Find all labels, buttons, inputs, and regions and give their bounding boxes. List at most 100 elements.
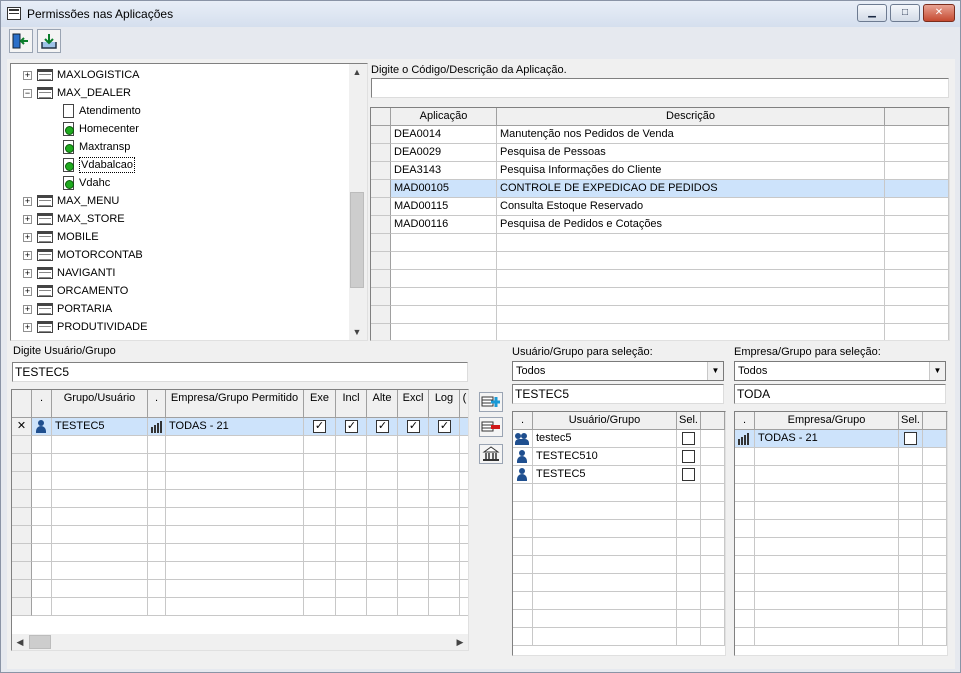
sel-grid-header[interactable]: Sel. <box>677 412 701 430</box>
sel-cell[interactable] <box>899 628 923 646</box>
perm-cell[interactable] <box>336 598 367 616</box>
perm-cell[interactable] <box>429 436 460 454</box>
cell-descricao[interactable] <box>497 252 885 270</box>
sel-cell[interactable] <box>533 610 677 628</box>
perm-cell[interactable] <box>32 454 52 472</box>
perm-cell[interactable] <box>398 580 429 598</box>
sel-cell[interactable] <box>533 520 677 538</box>
perm-cell[interactable] <box>460 418 468 436</box>
cell-descricao[interactable]: Manutenção nos Pedidos de Venda <box>497 126 885 144</box>
perm-cell[interactable] <box>336 526 367 544</box>
sel-cell[interactable] <box>533 628 677 646</box>
maximize-button[interactable]: □ <box>890 4 920 22</box>
header-log[interactable]: Log <box>429 390 460 418</box>
sel-cell[interactable] <box>755 592 899 610</box>
perm-cell[interactable] <box>148 472 166 490</box>
perm-cell[interactable] <box>336 490 367 508</box>
sel-cell[interactable] <box>677 592 701 610</box>
perm-cell[interactable] <box>460 598 468 616</box>
select-checkbox[interactable] <box>904 432 917 445</box>
sel-cell[interactable] <box>899 610 923 628</box>
add-permission-button[interactable] <box>479 392 503 412</box>
perm-cell[interactable] <box>304 508 336 526</box>
sel-grid-header[interactable]: Usuário/Grupo <box>533 412 677 430</box>
select-checkbox[interactable] <box>682 468 695 481</box>
cell-aplicacao[interactable] <box>391 270 497 288</box>
tree-expander-icon[interactable]: − <box>23 89 32 98</box>
perm-cell[interactable] <box>304 580 336 598</box>
sel-cell[interactable] <box>513 520 533 538</box>
sel-cell[interactable] <box>677 556 701 574</box>
tree-scrollbar[interactable]: ▲ ▼ <box>349 64 367 340</box>
header-aplicacao[interactable]: Aplicação <box>391 108 497 126</box>
cell-name[interactable]: TODAS - 21 <box>755 430 899 448</box>
chevron-down-icon[interactable]: ▼ <box>929 362 945 380</box>
select-checkbox[interactable] <box>682 450 695 463</box>
permission-hscrollbar[interactable]: ◀ ▶ <box>12 634 468 650</box>
sel-cell[interactable] <box>513 430 533 448</box>
perm-cell[interactable] <box>398 472 429 490</box>
checkbox-log[interactable]: ✓ <box>438 420 451 433</box>
sel-cell[interactable] <box>701 466 725 484</box>
sel-cell[interactable] <box>755 448 899 466</box>
perm-cell[interactable] <box>304 472 336 490</box>
sel-cell[interactable] <box>533 484 677 502</box>
perm-cell[interactable] <box>148 436 166 454</box>
sel-cell[interactable] <box>677 484 701 502</box>
tree-item[interactable]: Homecenter <box>11 120 341 138</box>
select-checkbox[interactable] <box>682 432 695 445</box>
perm-cell[interactable] <box>166 472 304 490</box>
cell-descricao[interactable]: Consulta Estoque Reservado <box>497 198 885 216</box>
sel-cell[interactable] <box>533 592 677 610</box>
header-descricao[interactable]: Descrição <box>497 108 885 126</box>
tree-item[interactable]: + MAX_STORE <box>11 210 341 228</box>
perm-cell[interactable] <box>429 544 460 562</box>
perm-cell[interactable] <box>166 598 304 616</box>
perm-cell[interactable] <box>429 598 460 616</box>
save-button[interactable] <box>37 29 61 53</box>
tree-item[interactable]: Vdabalcao <box>11 156 341 174</box>
sel-cell[interactable] <box>735 484 755 502</box>
perm-cell[interactable] <box>398 490 429 508</box>
tree-item[interactable]: + NAVIGANTI <box>11 264 341 282</box>
perm-cell[interactable] <box>32 598 52 616</box>
sel-cell[interactable] <box>513 610 533 628</box>
sel-cell[interactable] <box>735 628 755 646</box>
header-exe[interactable]: Exe <box>304 390 336 418</box>
perm-cell[interactable] <box>148 562 166 580</box>
tree-expander-icon[interactable]: + <box>23 305 32 314</box>
hscroll-thumb[interactable] <box>29 635 51 649</box>
perm-cell[interactable] <box>398 562 429 580</box>
remove-permission-button[interactable] <box>479 417 503 437</box>
sel-cell[interactable] <box>701 592 725 610</box>
cell-descricao[interactable] <box>497 288 885 306</box>
perm-cell[interactable] <box>304 544 336 562</box>
cell-aplicacao[interactable]: DEA0029 <box>391 144 497 162</box>
minimize-button[interactable]: ▁ <box>857 4 887 22</box>
sel-cell[interactable] <box>533 502 677 520</box>
tree-item[interactable]: Vdahc <box>11 174 341 192</box>
sel-cell[interactable] <box>735 556 755 574</box>
tree-item[interactable]: + MOBILE <box>11 228 341 246</box>
user-search-input[interactable]: TESTEC5 <box>12 362 468 382</box>
perm-cell[interactable] <box>304 526 336 544</box>
perm-cell[interactable] <box>398 436 429 454</box>
cell-name[interactable]: testec5 <box>533 430 677 448</box>
sel-grid-header[interactable]: Sel. <box>899 412 923 430</box>
sel-cell[interactable] <box>513 592 533 610</box>
sel-cell[interactable] <box>701 574 725 592</box>
perm-cell[interactable] <box>460 526 468 544</box>
sel-cell[interactable] <box>513 556 533 574</box>
perm-cell[interactable] <box>148 490 166 508</box>
sel-cell[interactable] <box>533 538 677 556</box>
sel-cell[interactable] <box>677 628 701 646</box>
sel-cell[interactable] <box>923 574 947 592</box>
sel-cell[interactable] <box>701 430 725 448</box>
perm-cell[interactable] <box>367 580 398 598</box>
perm-cell[interactable] <box>52 580 148 598</box>
perm-cell[interactable] <box>52 526 148 544</box>
perm-cell[interactable] <box>429 508 460 526</box>
perm-cell[interactable] <box>367 526 398 544</box>
sel-cell[interactable] <box>701 538 725 556</box>
perm-cell[interactable] <box>367 508 398 526</box>
